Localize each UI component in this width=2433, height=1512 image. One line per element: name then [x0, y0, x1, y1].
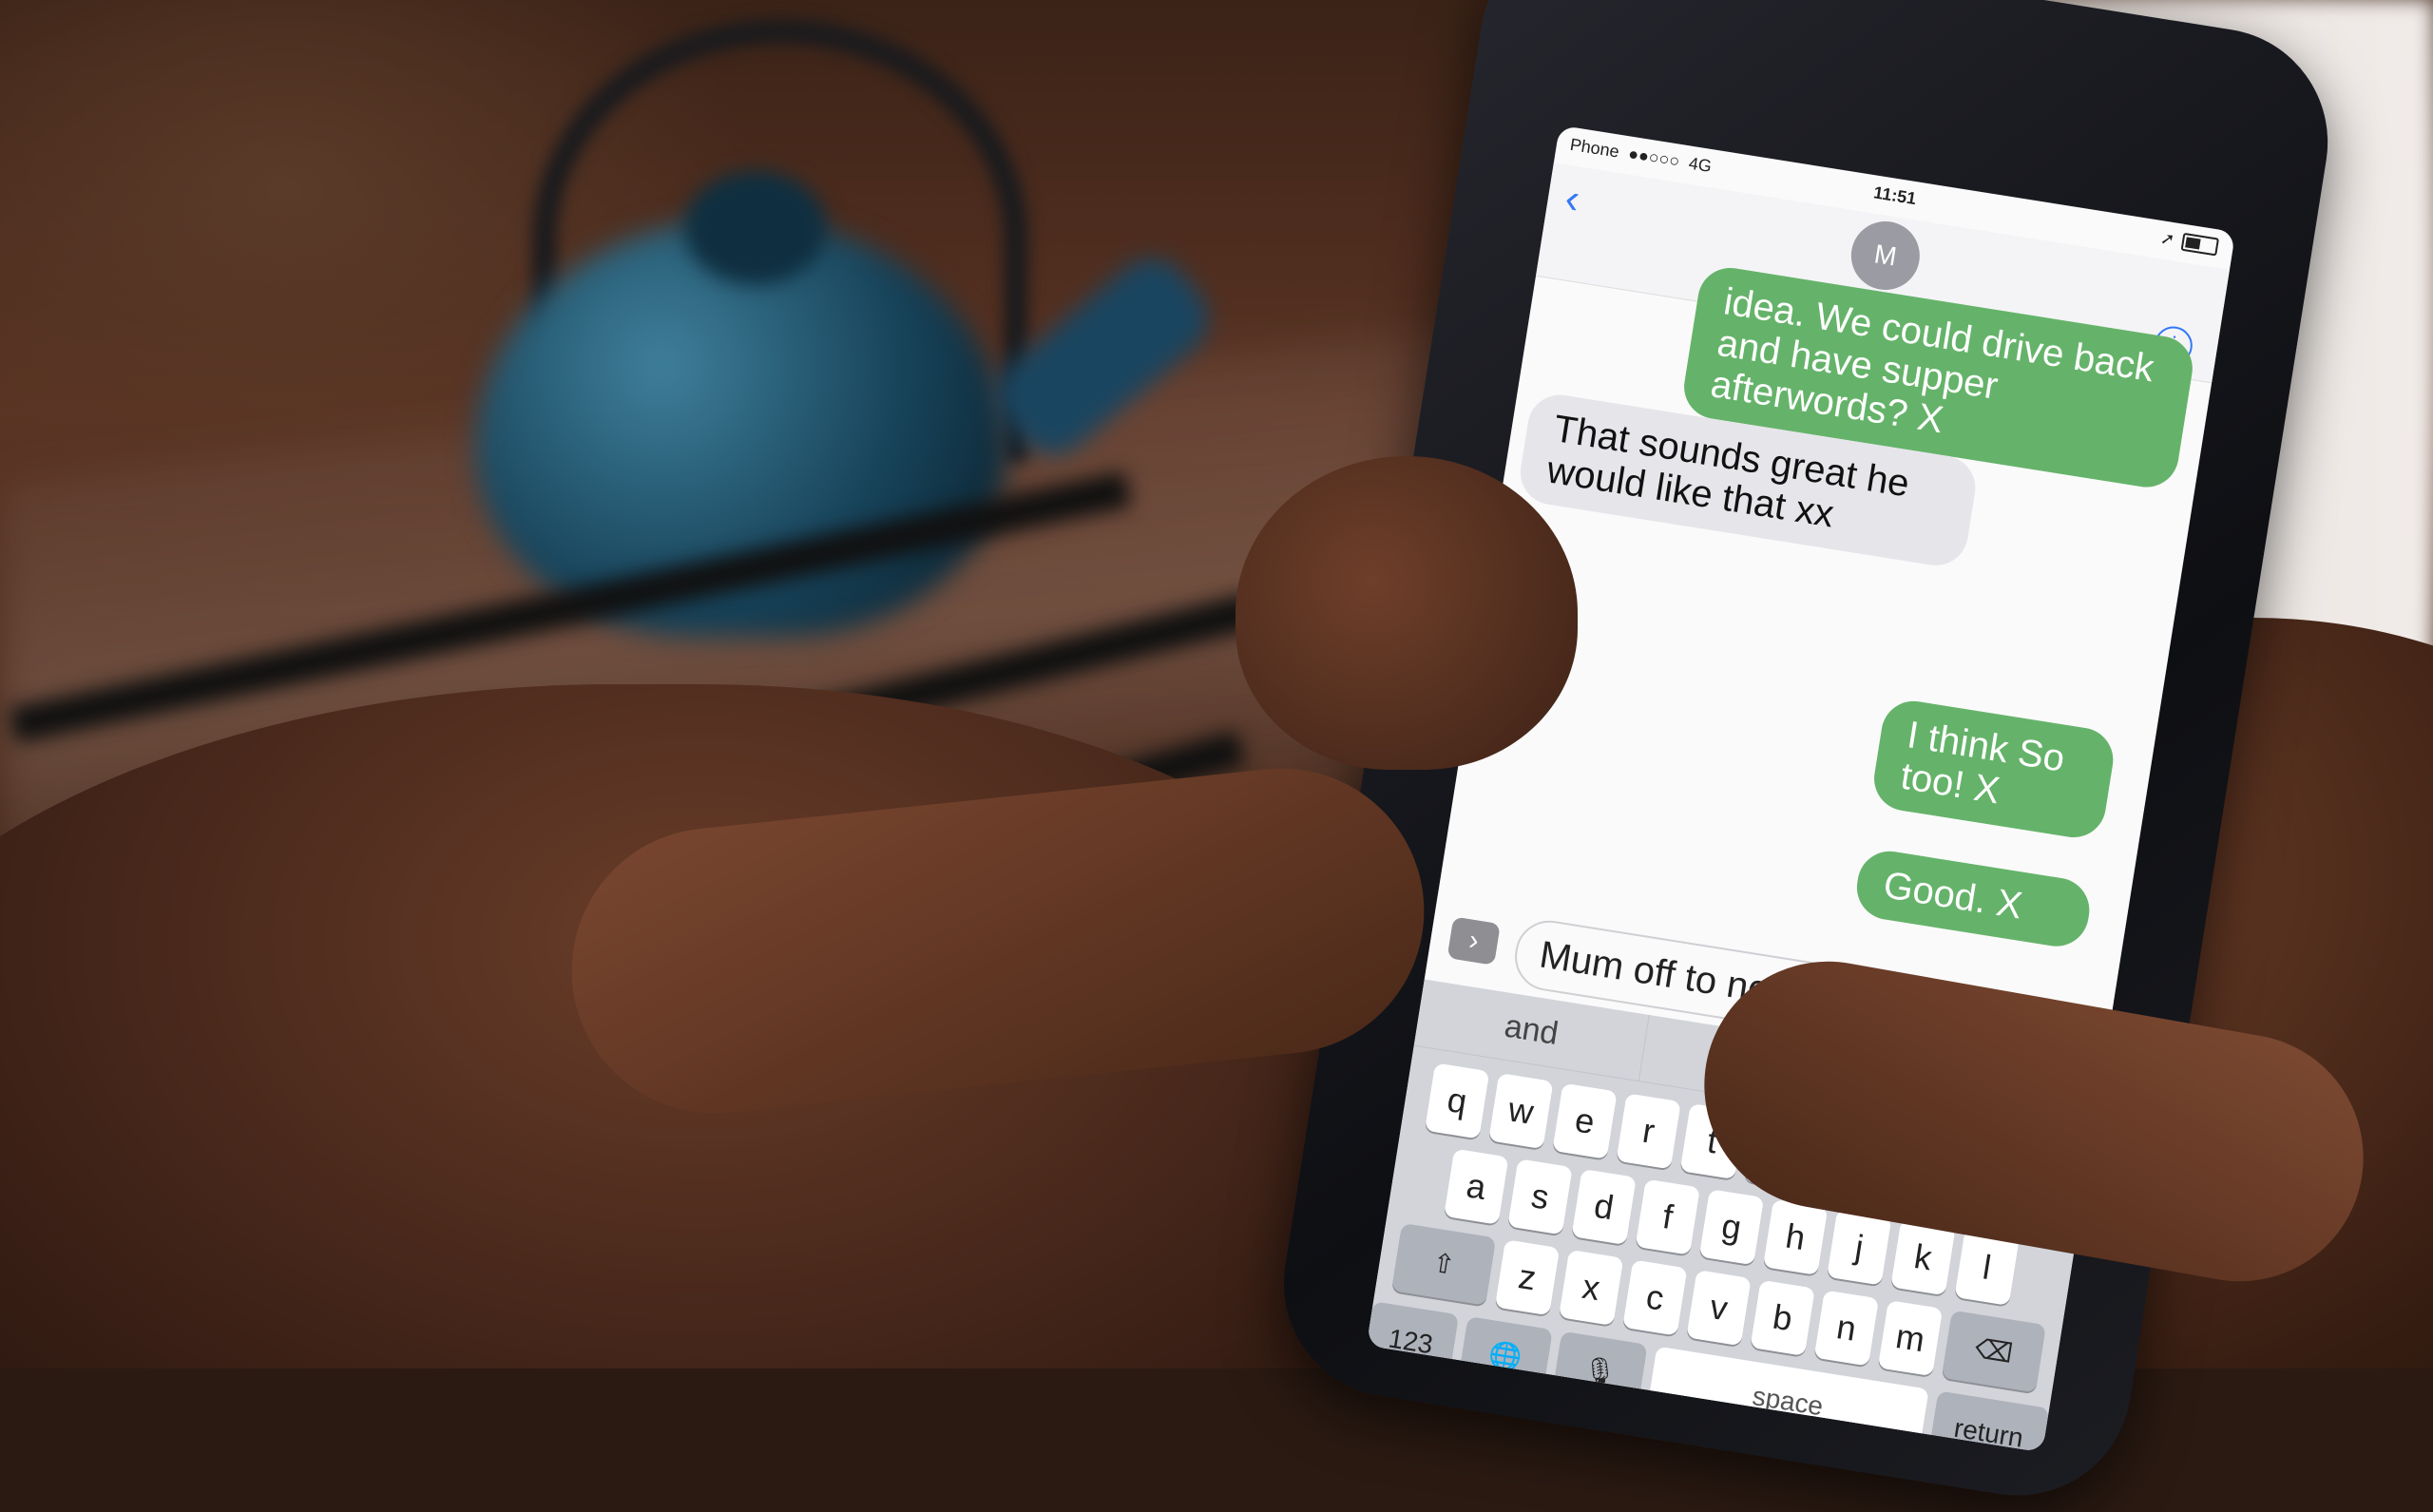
key[interactable]: h — [1762, 1198, 1829, 1275]
key[interactable]: r — [1616, 1093, 1681, 1170]
backspace-icon[interactable]: ⌫ — [1941, 1310, 2046, 1393]
key[interactable]: a — [1444, 1148, 1509, 1225]
contact-initial: M — [1871, 239, 1899, 272]
teapot-lid — [684, 171, 827, 285]
left-thumb — [1236, 456, 1578, 770]
key[interactable]: s — [1507, 1158, 1573, 1235]
battery-icon — [2180, 232, 2220, 257]
contact-avatar[interactable]: M — [1846, 216, 1925, 296]
key[interactable]: m — [1877, 1300, 1944, 1377]
key[interactable]: b — [1750, 1279, 1815, 1356]
key[interactable]: j — [1826, 1209, 1892, 1286]
chevron-left-icon[interactable]: ‹ — [1561, 175, 1582, 224]
key[interactable]: n — [1813, 1290, 1880, 1367]
location-icon: ➚ — [2158, 228, 2176, 250]
key[interactable]: c — [1622, 1259, 1688, 1336]
key[interactable]: g — [1698, 1189, 1765, 1266]
key[interactable]: q — [1424, 1062, 1490, 1139]
key[interactable]: w — [1488, 1072, 1554, 1150]
key[interactable]: x — [1558, 1249, 1624, 1327]
key[interactable]: z — [1494, 1239, 1561, 1316]
key[interactable]: e — [1552, 1082, 1618, 1159]
message-bubble-sent[interactable]: I think So too! X — [1869, 696, 2118, 842]
shift-key[interactable]: ⇧ — [1391, 1222, 1497, 1306]
key[interactable]: f — [1635, 1178, 1701, 1255]
key[interactable]: v — [1686, 1270, 1752, 1347]
key[interactable]: d — [1571, 1168, 1637, 1246]
chevron-right-icon[interactable]: › — [1446, 916, 1501, 966]
message-bubble-sent[interactable]: Good. X — [1852, 846, 2095, 951]
